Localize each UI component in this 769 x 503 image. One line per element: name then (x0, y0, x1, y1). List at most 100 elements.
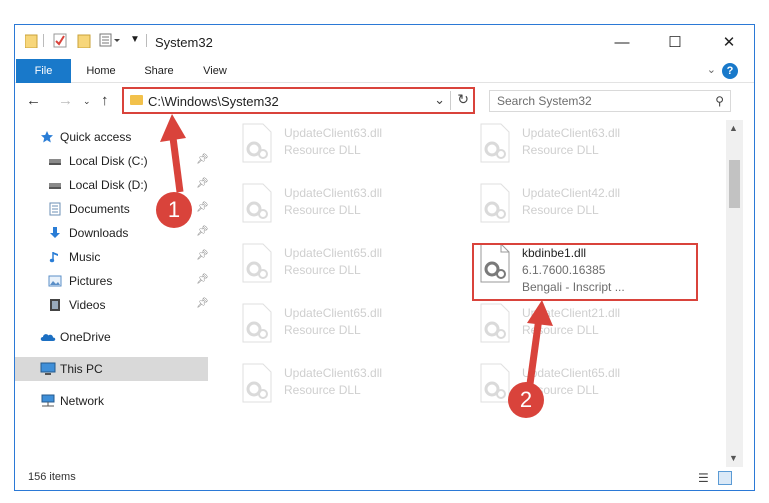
dll-file-icon (480, 123, 510, 163)
callout-1: 1 (156, 192, 192, 228)
file-type: Resource DLL (522, 143, 599, 157)
file-name: UpdateClient63.dll (284, 186, 383, 200)
sidebar-item-label: Local Disk (C:) (69, 154, 148, 168)
window-title: System32 (155, 35, 213, 50)
dropdown-icon[interactable]: ▼ (130, 34, 140, 45)
pin-icon[interactable]: 📌︎ (196, 274, 209, 285)
tiles-view-icon[interactable] (718, 471, 732, 485)
status-bar: 156 items ☰ (15, 466, 754, 491)
file-name: UpdateClient42.dll (522, 186, 621, 200)
dll-file-icon (242, 183, 272, 223)
sidebar-item-local-disk-c[interactable]: Local Disk (C:) 📌︎ (15, 149, 209, 173)
file-type: Resource DLL (284, 263, 361, 277)
pin-icon[interactable]: 📌︎ (196, 250, 209, 261)
documents-icon (49, 202, 61, 216)
file-type: Resource DLL (284, 383, 361, 397)
file-type: Resource DLL (284, 203, 361, 217)
navigation-pane: Quick access Local Disk (C:) 📌︎ Local Di… (15, 123, 209, 463)
tab-file[interactable]: File (16, 59, 71, 83)
tab-view[interactable]: View (196, 59, 234, 83)
file-item[interactable]: UpdateClient65.dll Resource DLL (208, 300, 438, 356)
title-bar: ▼ System32 — ☐ ✕ (15, 25, 754, 59)
file-name: UpdateClient63.dll (284, 366, 383, 380)
file-name: UpdateClient63.dll (284, 126, 383, 140)
highlight-box (472, 243, 698, 301)
file-name: UpdateClient21.dll (522, 306, 621, 320)
dll-file-icon (242, 303, 272, 343)
properties-icon[interactable] (53, 33, 67, 51)
sidebar-item-label: Pictures (69, 274, 113, 288)
dll-file-icon (242, 123, 272, 163)
search-icon[interactable]: ⚲ (715, 94, 724, 108)
scroll-thumb[interactable] (729, 160, 740, 208)
sidebar-item-quick-access[interactable]: Quick access (15, 125, 208, 149)
file-type: Resource DLL (522, 323, 599, 337)
network-icon (41, 394, 55, 407)
scroll-up-icon[interactable]: ▲ (729, 123, 738, 133)
file-item[interactable]: UpdateClient63.dll Resource DLL (208, 360, 438, 416)
file-item[interactable]: UpdateClient65.dll Resource DLL (446, 360, 676, 416)
up-icon[interactable]: ↑ (101, 92, 109, 109)
sidebar-item-label: Downloads (69, 226, 129, 240)
pin-icon[interactable]: 📌︎ (196, 178, 209, 189)
expand-ribbon-icon[interactable]: ⌄ (707, 63, 716, 76)
sidebar-item-label: OneDrive (60, 330, 111, 344)
sidebar-item-label: Videos (69, 298, 106, 312)
search-input[interactable]: Search System32 ⚲ (489, 90, 731, 112)
sidebar-item-music[interactable]: Music 📌︎ (15, 245, 209, 269)
sidebar-item-onedrive[interactable]: OneDrive (15, 325, 208, 349)
ribbon-tabs: File Home Share View ⌄ ? (15, 59, 754, 83)
dll-file-icon (480, 183, 510, 223)
back-icon[interactable]: ← (26, 92, 41, 109)
address-path: C:\Windows\System32 (148, 94, 279, 109)
forward-icon[interactable]: → (58, 92, 73, 109)
tab-home[interactable]: Home (81, 59, 121, 83)
recent-locations-icon[interactable]: ⌄ (83, 96, 91, 107)
file-item[interactable]: UpdateClient63.dll Resource DLL (208, 120, 438, 176)
folder-icon[interactable] (24, 33, 38, 51)
videos-icon (50, 299, 60, 311)
item-count: 156 items (28, 471, 76, 483)
sidebar-item-network[interactable]: Network (15, 389, 208, 413)
close-button[interactable]: ✕ (706, 25, 752, 59)
file-item[interactable]: UpdateClient63.dll Resource DLL (208, 180, 438, 236)
navigation-bar: ← → ⌄ ↑ C:\Windows\System32 ⌄ ↻ Search S… (15, 84, 754, 120)
file-name: UpdateClient65.dll (522, 366, 621, 380)
drive-icon (49, 159, 61, 165)
sidebar-item-videos[interactable]: Videos 📌︎ (15, 293, 209, 317)
sidebar-item-this-pc[interactable]: This PC (15, 357, 208, 381)
pin-icon[interactable]: 📌︎ (196, 202, 209, 213)
vertical-scrollbar[interactable]: ▲ ▼ (726, 120, 743, 467)
sidebar-item-label: Local Disk (D:) (69, 178, 148, 192)
refresh-icon[interactable]: ↻ (457, 91, 469, 108)
maximize-button[interactable]: ☐ (652, 25, 698, 59)
search-placeholder: Search System32 (497, 94, 592, 108)
star-icon (41, 131, 53, 143)
file-item[interactable]: UpdateClient21.dll Resource DLL (446, 300, 676, 356)
pictures-icon (48, 275, 62, 287)
dll-file-icon (480, 363, 510, 403)
file-name: UpdateClient65.dll (284, 246, 383, 260)
tab-share[interactable]: Share (139, 59, 179, 83)
file-item[interactable]: UpdateClient42.dll Resource DLL (446, 180, 676, 236)
callout-2: 2 (508, 382, 544, 418)
customize-icon[interactable] (99, 33, 121, 51)
address-bar[interactable]: C:\Windows\System32 ⌄ ↻ (122, 87, 475, 114)
sidebar-item-pictures[interactable]: Pictures 📌︎ (15, 269, 209, 293)
help-icon[interactable]: ? (722, 63, 738, 79)
pin-icon[interactable]: 📌︎ (196, 298, 209, 309)
dll-file-icon (242, 243, 272, 283)
pin-icon[interactable]: 📌︎ (196, 154, 209, 165)
cloud-icon (40, 334, 56, 341)
details-view-icon[interactable]: ☰ (698, 471, 709, 485)
file-item[interactable]: UpdateClient63.dll Resource DLL (446, 120, 676, 176)
pin-icon[interactable]: 📌︎ (196, 226, 209, 237)
address-separator (450, 91, 451, 110)
drive-icon (49, 183, 61, 189)
minimize-button[interactable]: — (599, 25, 645, 59)
sidebar-item-label: Quick access (60, 130, 132, 144)
scroll-down-icon[interactable]: ▼ (729, 453, 738, 463)
file-item[interactable]: UpdateClient65.dll Resource DLL (208, 240, 438, 296)
chevron-down-icon[interactable]: ⌄ (434, 92, 445, 108)
new-folder-icon[interactable] (77, 33, 91, 51)
